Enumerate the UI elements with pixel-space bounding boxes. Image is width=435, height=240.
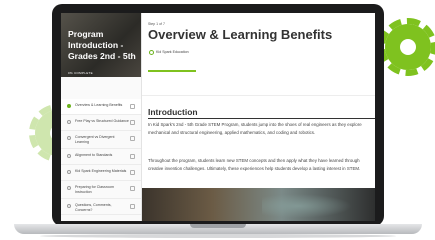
checkbox-icon [130, 104, 135, 109]
lesson-status-icon [67, 104, 71, 108]
intro-paragraph: In Kid Spark's 2nd - 5th Grade STEM Prog… [148, 122, 362, 135]
heading-underline [148, 118, 375, 119]
sidebar-item-label: Overview & Learning Benefits [75, 103, 123, 107]
sidebar-item-materials[interactable]: Kid Spark Engineering Materials [61, 165, 141, 181]
lesson-status-icon [67, 204, 71, 208]
lesson-status-icon [67, 170, 71, 174]
classroom-photo [142, 188, 375, 221]
course-sidebar: Program Introduction - Grades 2nd - 5th … [61, 13, 142, 221]
section-divider [142, 95, 375, 96]
checkbox-icon [130, 170, 135, 175]
lesson-status-icon [67, 186, 71, 190]
sidebar-header: Program Introduction - Grades 2nd - 5th … [61, 13, 141, 77]
accent-divider [148, 70, 196, 72]
gear-decoration-icon [379, 18, 435, 76]
checkbox-icon [130, 186, 135, 191]
checkbox-icon [130, 136, 135, 141]
sidebar-item-standards[interactable]: Alignment to Standards [61, 149, 141, 165]
author-name: Kid Spark Education [156, 50, 189, 54]
laptop-screen: Program Introduction - Grades 2nd - 5th … [61, 13, 375, 221]
sidebar-item-questions[interactable]: Questions, Comments, Concerns? [61, 199, 141, 215]
lesson-content: Step 1 of 7 Overview & Learning Benefits… [142, 13, 375, 221]
sidebar-item-label: Convergent vs Divergent Learning [75, 135, 115, 144]
checkbox-icon [130, 120, 135, 125]
sidebar-item-free-play[interactable]: Free Play vs Structured Guidance [61, 115, 141, 131]
author-logo-icon [149, 50, 154, 55]
lesson-status-icon [67, 154, 71, 158]
checkbox-icon [130, 154, 135, 159]
section-heading: Introduction [148, 107, 198, 117]
sidebar-item-preparing[interactable]: Preparing for Classroom Instruction [61, 181, 141, 199]
checkbox-icon [130, 204, 135, 209]
lesson-status-icon [67, 136, 71, 140]
sidebar-item-label: Alignment to Standards [75, 153, 113, 157]
sidebar-item-label: Kid Spark Engineering Materials [75, 169, 127, 173]
course-progress: 0% COMPLETE [68, 71, 93, 75]
sidebar-item-overview[interactable]: Overview & Learning Benefits [61, 99, 141, 115]
laptop-shadow [40, 234, 396, 238]
sidebar-item-label: Free Play vs Structured Guidance [75, 119, 129, 123]
lesson-status-icon [67, 120, 71, 124]
lesson-title: Overview & Learning Benefits [148, 27, 333, 42]
lesson-step-count: Step 1 of 7 [148, 22, 165, 26]
intro-paragraph: Throughout the program, students learn n… [148, 158, 361, 171]
sidebar-item-label: Questions, Comments, Concerns? [75, 203, 112, 212]
course-title: Program Introduction - Grades 2nd - 5th [68, 29, 136, 61]
sidebar-item-convergent[interactable]: Convergent vs Divergent Learning [61, 131, 141, 149]
laptop-notch [190, 224, 246, 228]
sidebar-item-label: Preparing for Classroom Instruction [75, 185, 114, 194]
